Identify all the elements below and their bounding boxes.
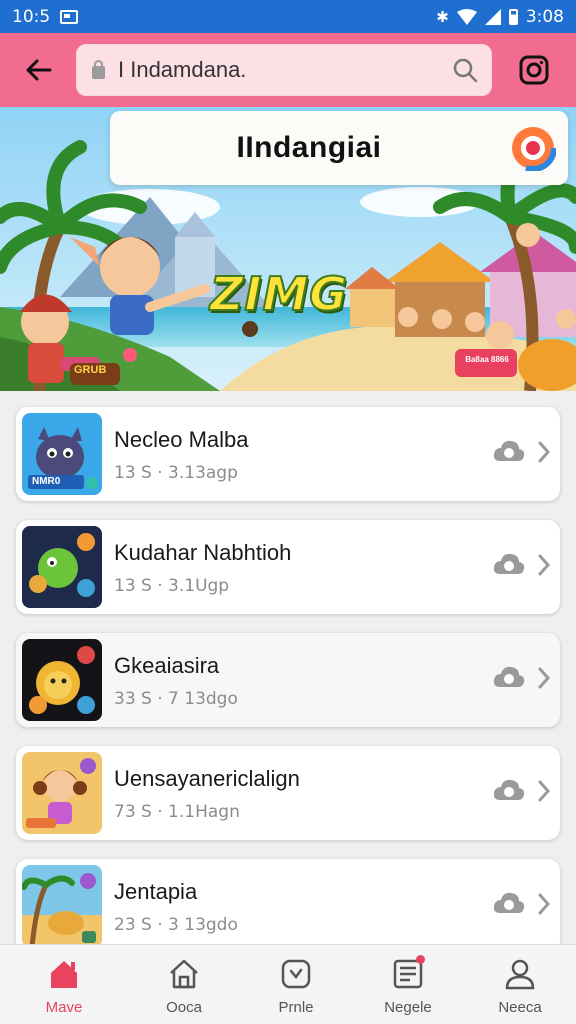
signal-icon [484, 8, 501, 25]
nav-item-ooca[interactable]: Ooca [128, 945, 240, 1024]
bottom-navigation: Mave Ooca Prnle Negele Neeca [0, 944, 576, 1024]
item-subtitle: 33 S · 7 13dgo [114, 689, 238, 709]
nav-item-prnle[interactable]: Prnle [240, 945, 352, 1024]
instagram-button[interactable] [492, 33, 576, 107]
hero-title: IIndangiai [236, 131, 382, 164]
chevron-right-icon[interactable] [536, 778, 552, 804]
ball-icon [22, 526, 102, 608]
cloud-icon[interactable] [492, 437, 526, 467]
item-subtitle: 13 S · 3.1Ugp [114, 576, 230, 596]
search-icon[interactable] [450, 55, 480, 85]
nav-label: Mave [45, 999, 83, 1016]
item-subtitle: 23 S · 3 13gdo [114, 915, 238, 935]
nav-item-mave[interactable]: Mave [0, 945, 128, 1024]
nav-label: Neeca [498, 999, 542, 1016]
instagram-icon [519, 55, 549, 85]
item-subtitle: 13 S · 3.13agp [114, 463, 238, 483]
list-item[interactable]: Jentapia 23 S · 3 13gdo [16, 859, 560, 944]
item-title: Kudahar Nabhtioh [114, 540, 292, 565]
lock-icon [92, 60, 106, 79]
image-icon [60, 9, 79, 24]
nav-item-neeca[interactable]: Neeca [464, 945, 576, 1024]
item-title: Necleo Malba [114, 427, 249, 452]
list-item[interactable]: Kudahar Nabhtioh 13 S · 3.1Ugp [16, 520, 560, 614]
url-bar[interactable]: I Indamdana. [76, 44, 492, 96]
chevron-right-icon[interactable] [536, 439, 552, 465]
status-right-time: 3:08 [525, 6, 564, 27]
status-bar: 10:5 ✱ 3:08 [0, 0, 576, 33]
hero-headline: ZIMG [209, 266, 349, 322]
back-button[interactable] [0, 33, 76, 107]
hero-badge: GRUB [74, 364, 107, 376]
item-title: Gkeaiasira [114, 653, 220, 678]
wifi-icon [456, 8, 477, 25]
hero-banner[interactable]: IIndangiai ZIMG GRUB Ba8aa 8866 [0, 107, 576, 391]
item-title: Jentapia [114, 879, 198, 904]
nav-label: Prnle [278, 999, 314, 1016]
battery-icon [508, 8, 518, 25]
top-app-bar: I Indamdana. [0, 33, 576, 107]
thumb-label: NMR0 [32, 476, 61, 487]
bluetooth-icon: ✱ [436, 7, 449, 26]
nav-label: Ooca [166, 999, 202, 1016]
beach-icon [22, 865, 102, 944]
hero-title-card: IIndangiai [110, 111, 568, 185]
chat-icon [281, 959, 311, 989]
chevron-right-icon[interactable] [536, 665, 552, 691]
cloud-icon[interactable] [492, 776, 526, 806]
list-item[interactable]: NMR0 Necleo Malba 13 S · 3.13agp [16, 407, 560, 501]
nav-item-negele[interactable]: Negele [352, 945, 464, 1024]
cloud-icon[interactable] [492, 550, 526, 580]
notification-badge [416, 955, 425, 964]
girl-icon [22, 752, 102, 834]
screen: 10:5 ✱ 3:08 I Indamdana. IIndangiai ZIMG… [0, 0, 576, 1024]
item-subtitle: 73 S · 1.1Hagn [114, 802, 240, 822]
game-list: NMR0 Necleo Malba 13 S · 3.13agp Kudahar… [0, 391, 576, 944]
home-outline-icon [170, 959, 198, 989]
news-icon [391, 955, 425, 991]
chevron-right-icon[interactable] [536, 552, 552, 578]
chevron-right-icon[interactable] [536, 891, 552, 917]
circle-logo-icon[interactable] [510, 125, 556, 171]
item-title: Uensayanericlalign [114, 766, 300, 791]
list-item[interactable]: Gkeaiasira 33 S · 7 13dgo [16, 633, 560, 727]
person-icon [505, 959, 535, 990]
creature-icon: NMR0 [22, 413, 102, 495]
cloud-icon[interactable] [492, 663, 526, 693]
list-item[interactable]: Uensayanericlalign 73 S · 1.1Hagn [16, 746, 560, 840]
cloud-icon[interactable] [492, 889, 526, 919]
status-time: 10:5 [12, 6, 51, 27]
url-text[interactable]: I Indamdana. [118, 57, 450, 83]
lion-icon [22, 639, 102, 721]
arrow-left-icon [26, 59, 52, 81]
nav-label: Negele [384, 999, 432, 1016]
hero-tag: Ba8aa 8866 [465, 355, 509, 364]
home-filled-icon [51, 961, 77, 988]
